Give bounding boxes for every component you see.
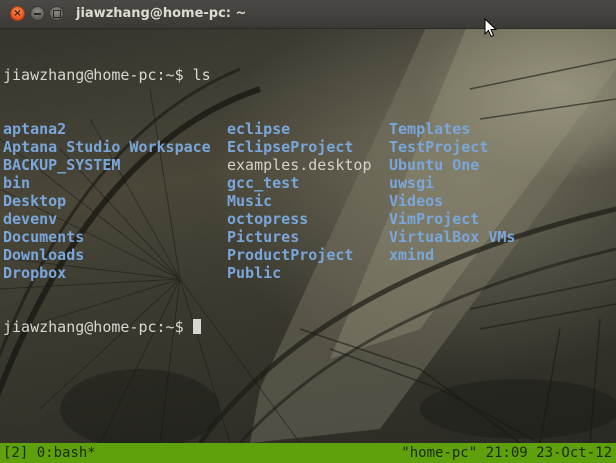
directory-entry: VirtualBox VMs <box>389 228 516 246</box>
directory-entry: Desktop <box>3 192 67 210</box>
directory-entry: Public <box>227 264 282 282</box>
command-text: ls <box>183 66 211 84</box>
text-cursor <box>192 319 201 334</box>
file-entry: examples.desktop <box>227 156 372 174</box>
directory-entry: xmind <box>389 246 435 264</box>
ls-row: Dropbox Public <box>3 264 281 282</box>
maximize-window-button[interactable] <box>49 6 64 21</box>
window-title: jiawzhang@home-pc: ~ <box>76 6 247 21</box>
directory-entry: Documents <box>3 228 85 246</box>
window-list[interactable]: [2] 0:bash* <box>3 443 96 463</box>
directory-entry: uwsgi <box>389 174 435 192</box>
directory-entry: Aptana Studio Workspace <box>3 138 211 156</box>
directory-entry: Pictures <box>227 228 300 246</box>
directory-entry: VimProject <box>389 210 480 228</box>
directory-entry: gcc_test <box>227 174 300 192</box>
close-window-button[interactable]: × <box>10 6 25 21</box>
ls-row: devenv octopress VimProject <box>3 210 479 228</box>
directory-entry: BACKUP_SYSTEM <box>3 156 121 174</box>
command-line: jiawzhang@home-pc:~$ ls <box>3 66 211 84</box>
minimize-icon <box>34 12 41 15</box>
ls-listing: aptana2 eclipse Templates Aptana Studio Wor… <box>3 120 515 282</box>
close-icon: × <box>13 7 22 19</box>
minimize-window-button[interactable] <box>30 6 45 21</box>
directory-entry: bin <box>3 174 31 192</box>
directory-entry: EclipseProject <box>227 138 354 156</box>
shell-prompt: jiawzhang@home-pc:~$ <box>3 66 184 84</box>
directory-entry: Downloads <box>3 246 85 264</box>
ls-row: Desktop Music Videos <box>3 192 443 210</box>
directory-entry: aptana2 <box>3 120 67 138</box>
terminal-output: jiawzhang@home-pc:~$ ls aptana2 eclipse Te… <box>3 30 515 372</box>
ls-row: aptana2 eclipse Templates <box>3 120 470 138</box>
ls-row: Downloads ProductProject xmind <box>3 246 434 264</box>
ls-row: bin gcc_test uwsgi <box>3 174 434 192</box>
directory-entry: eclipse <box>227 120 291 138</box>
mouse-pointer-icon <box>484 18 498 38</box>
title-bar[interactable]: × jiawzhang@home-pc: ~ <box>0 0 616 29</box>
maximize-icon <box>52 9 61 18</box>
tmux-status-bar: [2] 0:bash* "home-pc" 21:09 23-Oct-12 <box>0 443 616 463</box>
ls-row: Documents Pictures VirtualBox VMs <box>3 228 515 246</box>
directory-entry: Videos <box>389 192 444 210</box>
ls-row: BACKUP_SYSTEM examples.desktop Ubuntu One <box>3 156 479 174</box>
directory-entry: octopress <box>227 210 309 228</box>
host-clock: "home-pc" 21:09 23-Oct-12 <box>401 445 612 461</box>
ls-row: Aptana Studio Workspace EclipseProject Tes… <box>3 138 488 156</box>
terminal-window: × jiawzhang@home-pc: ~ jiawzhang@home-pc… <box>0 0 616 463</box>
directory-entry: devenv <box>3 210 58 228</box>
directory-entry: Templates <box>389 120 471 138</box>
prompt-line[interactable]: jiawzhang@home-pc:~$ <box>3 318 211 336</box>
terminal-area[interactable]: jiawzhang@home-pc:~$ ls aptana2 eclipse Te… <box>0 29 616 443</box>
directory-entry: Music <box>227 192 273 210</box>
directory-entry: ProductProject <box>227 246 354 264</box>
directory-entry: Dropbox <box>3 264 67 282</box>
shell-prompt: jiawzhang@home-pc:~$ <box>3 318 193 336</box>
directory-entry: Ubuntu One <box>389 156 480 174</box>
directory-entry: TestProject <box>389 138 489 156</box>
